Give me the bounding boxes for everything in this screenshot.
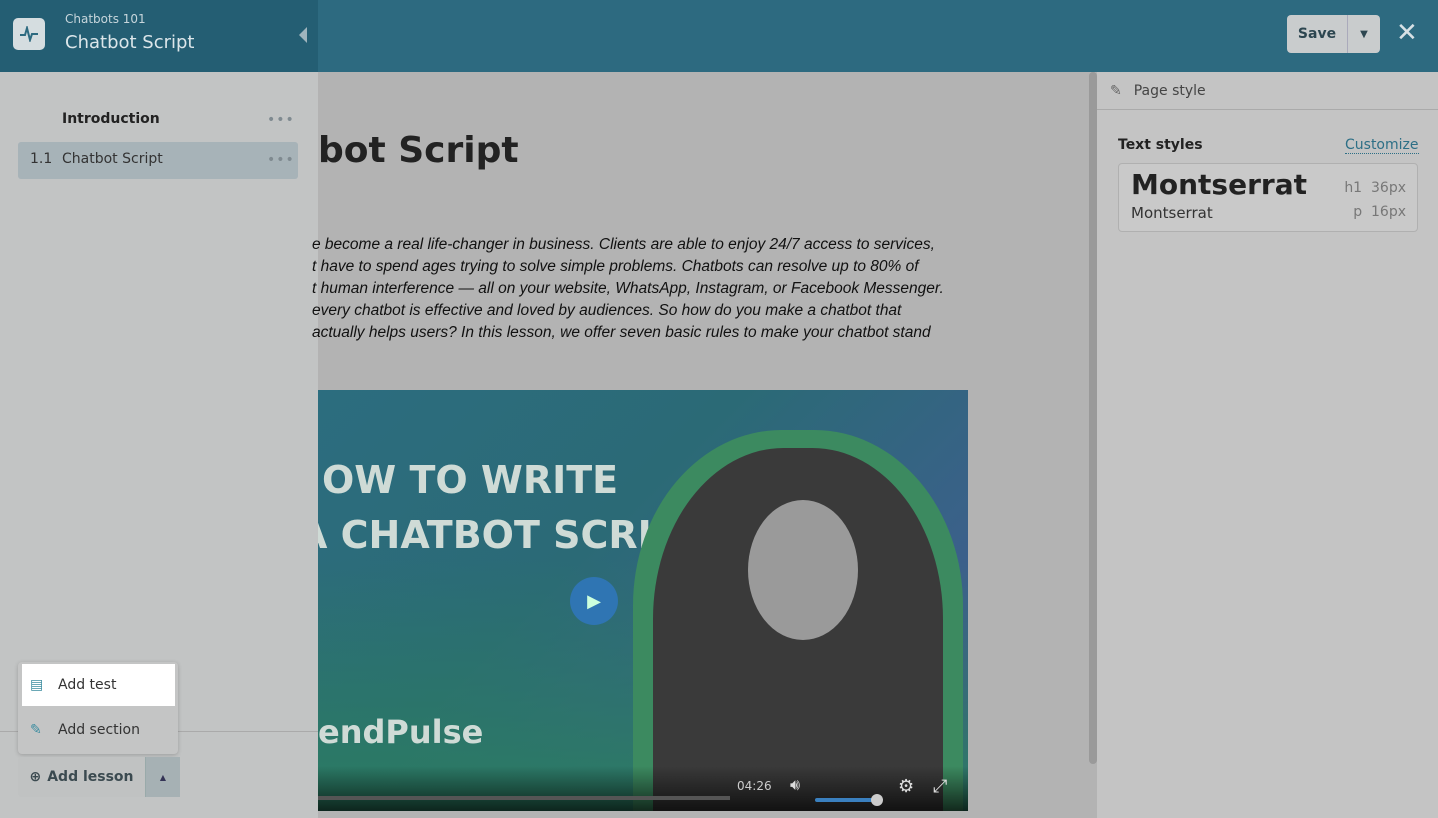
- video-brand: endPulse: [318, 713, 484, 751]
- video-time: 04:26: [737, 779, 772, 793]
- gear-icon[interactable]: ⚙: [898, 776, 914, 797]
- fullscreen-icon[interactable]: ⤢: [933, 776, 947, 797]
- volume-icon[interactable]: 🔊︎: [790, 775, 800, 795]
- volume-slider[interactable]: [815, 798, 875, 802]
- chevron-up-icon[interactable]: ▲: [145, 757, 180, 797]
- save-options-chevron-icon[interactable]: ▼: [1348, 15, 1380, 53]
- paragraph-line: t human interference — all on your websi…: [312, 280, 944, 297]
- play-icon[interactable]: ▶: [570, 577, 618, 625]
- page-style-label: Page style: [1133, 82, 1206, 99]
- text-style-card[interactable]: Montserrat Montserrat h1 36px p 16px: [1118, 163, 1418, 232]
- course-name[interactable]: Chatbots 101: [65, 12, 146, 26]
- test-icon: ▤: [30, 677, 44, 693]
- volume-knob[interactable]: [871, 794, 883, 806]
- add-lesson-button[interactable]: ⊕ Add lesson: [18, 757, 145, 797]
- lesson-heading: bot Script: [318, 130, 519, 171]
- close-icon[interactable]: ✕: [1396, 18, 1418, 48]
- paragraph-line: actually helps users? In this lesson, we…: [312, 324, 931, 341]
- scrollbar[interactable]: [1089, 72, 1097, 764]
- right-panel: ✎ Page style Text styles Customize Montse…: [1097, 72, 1438, 818]
- lesson-title: Chatbot Script: [62, 151, 163, 167]
- page-title: Chatbot Script: [65, 32, 195, 53]
- body-spec: p 16px: [1353, 204, 1406, 220]
- body-font: Montserrat: [1131, 204, 1213, 222]
- video-title-line1: OW TO WRITE: [322, 458, 619, 502]
- add-lesson-group: ⊕ Add lesson ▲: [18, 757, 180, 797]
- paragraph-line: t have to spend ages trying to solve sim…: [312, 258, 919, 275]
- sidebar-header: Chatbots 101 Chatbot Script: [0, 0, 318, 72]
- menu-label: Add test: [58, 677, 117, 693]
- lesson-number: 1.1: [30, 151, 53, 167]
- lesson-more-icon[interactable]: •••: [267, 152, 295, 168]
- paragraph-line: e become a real life-changer in business…: [312, 236, 935, 253]
- video-controls: [318, 766, 968, 811]
- add-lesson-label: Add lesson: [47, 769, 134, 785]
- lesson-paragraph: e become a real life-changer in business…: [312, 234, 982, 344]
- edit-icon: ✎: [30, 722, 42, 738]
- body-size: 16px: [1371, 204, 1406, 220]
- add-menu: ▤ Add test ✎ Add section: [18, 662, 178, 754]
- page-style-tab[interactable]: ✎ Page style: [1097, 72, 1438, 110]
- video-progress-bar[interactable]: [318, 796, 730, 800]
- collapse-sidebar-icon[interactable]: [299, 27, 307, 43]
- body-tag: p: [1353, 204, 1363, 220]
- presenter-face: [748, 500, 858, 640]
- paragraph-line: every chatbot is effective and loved by …: [312, 302, 902, 319]
- heading-size: 36px: [1371, 180, 1406, 196]
- menu-label: Add section: [58, 722, 140, 738]
- top-bar: Chatbots 101 Chatbot Script Save ▼ ✕: [0, 0, 1438, 72]
- brush-icon: ✎: [1110, 82, 1122, 99]
- save-button[interactable]: Save: [1287, 15, 1348, 53]
- video-player[interactable]: OW TO WRITE A CHATBOT SCRIPT ▶ endPulse …: [318, 390, 968, 811]
- heading-tag: h1: [1344, 180, 1363, 196]
- section-more-icon[interactable]: •••: [267, 112, 295, 128]
- heading-spec: h1 36px: [1344, 180, 1406, 196]
- menu-item-add-test[interactable]: ▤ Add test: [22, 664, 175, 706]
- customize-link[interactable]: Customize: [1345, 137, 1419, 154]
- plus-circle-icon: ⊕: [29, 769, 42, 785]
- pulse-icon[interactable]: [13, 18, 45, 50]
- heading-font: Montserrat: [1131, 168, 1307, 201]
- save-button-group: Save ▼: [1287, 15, 1380, 53]
- text-styles-label: Text styles: [1118, 137, 1203, 153]
- menu-item-add-section[interactable]: ✎ Add section: [22, 709, 175, 751]
- section-title[interactable]: Introduction: [62, 111, 160, 127]
- lesson-item[interactable]: 1.1 Chatbot Script •••: [18, 142, 298, 179]
